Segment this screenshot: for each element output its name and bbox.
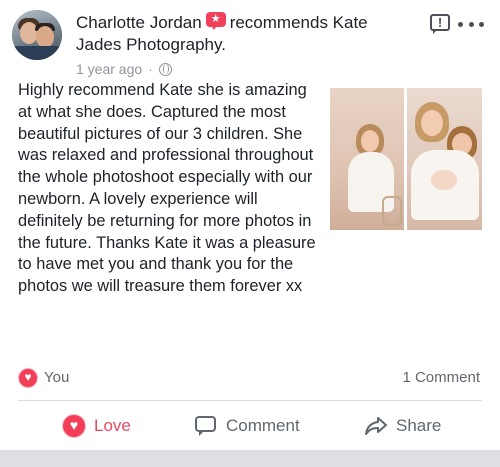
comment-bubble-tail xyxy=(199,430,205,436)
action-bar: ♥ Love Comment Share xyxy=(0,402,500,450)
feed-separator xyxy=(0,450,500,467)
reaction-you-label[interactable]: You xyxy=(44,368,69,388)
globe-icon xyxy=(158,62,172,76)
more-dot xyxy=(479,21,484,27)
photo-newborn xyxy=(431,170,457,190)
author-avatar[interactable] xyxy=(12,10,62,60)
love-button[interactable]: ♥ Love xyxy=(62,412,131,440)
avatar-face-right xyxy=(36,26,54,48)
post-photo-girl[interactable] xyxy=(330,88,404,230)
photo-face xyxy=(361,130,379,152)
comment-button[interactable]: Comment xyxy=(194,412,300,440)
share-arrow-icon xyxy=(365,417,387,435)
comment-count-link[interactable]: 1 Comment xyxy=(402,368,480,388)
review-text: Highly recommend Kate she is amazing at … xyxy=(18,81,316,296)
author-name[interactable]: Charlotte Jordan xyxy=(76,13,202,32)
photo-prop xyxy=(382,196,402,226)
post-timestamp[interactable]: 1 year ago xyxy=(76,60,142,78)
love-reaction-icon[interactable]: ♥ xyxy=(18,368,38,388)
avatar-clothing xyxy=(12,46,62,60)
meta-separator: · xyxy=(148,61,153,77)
reaction-stats: ♥ You 1 Comment xyxy=(0,364,500,394)
post-photo-siblings[interactable] xyxy=(407,88,482,230)
post-header: Charlotte Jordan ★ recommends Kate Jades P… xyxy=(0,0,500,84)
share-button[interactable]: Share xyxy=(364,412,441,440)
more-dot xyxy=(468,21,474,27)
author-line: Charlotte Jordan ★ recommends Kate Jades P… xyxy=(76,12,416,56)
report-icon[interactable]: ! xyxy=(430,14,452,36)
heart-icon: ♥ xyxy=(62,414,86,438)
recommend-star-icon: ★ xyxy=(205,12,226,30)
post-meta: 1 year ago · xyxy=(76,60,172,78)
star-glyph: ★ xyxy=(210,13,221,25)
share-button-label: Share xyxy=(396,416,442,435)
exclamation-glyph: ! xyxy=(437,15,443,30)
more-options-icon[interactable] xyxy=(458,14,484,34)
comment-bubble-icon xyxy=(194,415,218,437)
photo-face xyxy=(421,110,443,136)
more-dot xyxy=(458,21,463,27)
divider xyxy=(18,400,482,401)
comment-button-label: Comment xyxy=(226,416,300,435)
love-button-label: Love xyxy=(94,416,131,435)
